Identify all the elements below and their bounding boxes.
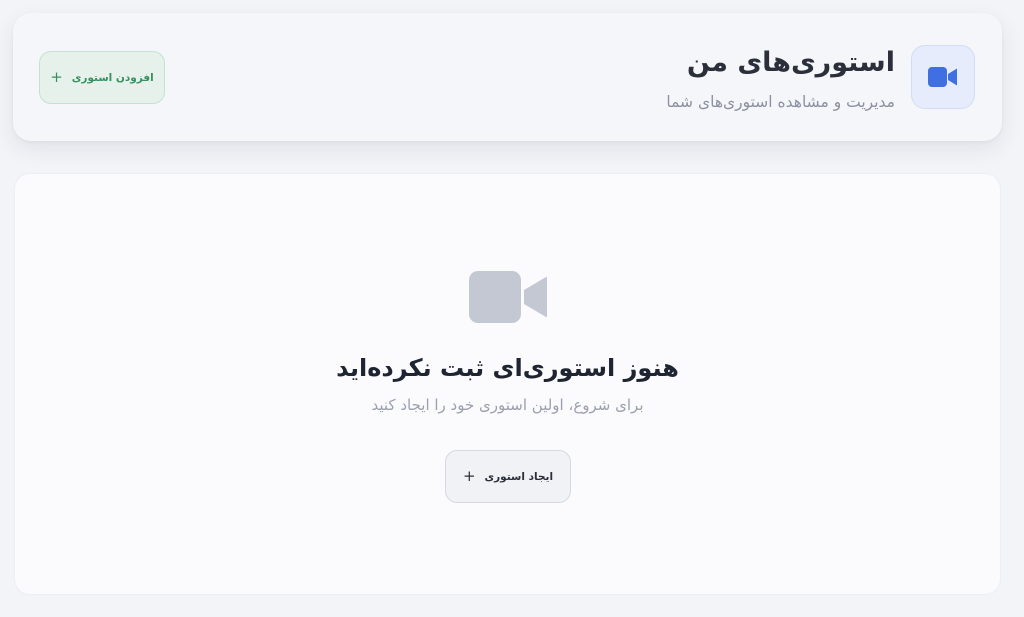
header-card: استوری‌های من مدیریت و مشاهده استوری‌های… [13,13,1002,141]
page-title: استوری‌های من [686,47,895,78]
create-story-button-label: ایجاد استوری [484,470,554,483]
page-subtitle: مدیریت و مشاهده استوری‌های شما [666,93,895,111]
video-camera-icon [928,67,957,87]
empty-state-card: هنوز استوری‌ای ثبت نکرده‌اید برای شروع، … [14,173,1001,595]
video-camera-icon [469,271,547,323]
plus-icon: + [50,68,63,86]
plus-icon: + [462,467,476,485]
empty-state-title: هنوز استوری‌ای ثبت نکرده‌اید [336,354,679,382]
create-story-button[interactable]: ایجاد استوری + [445,450,571,503]
page: استوری‌های من مدیریت و مشاهده استوری‌های… [0,0,1024,617]
add-story-button[interactable]: افزودن استوری + [39,51,165,104]
add-story-button-label: افزودن استوری [71,71,154,84]
empty-state-subtitle: برای شروع، اولین استوری خود را ایجاد کنی… [371,396,644,414]
header-icon-box [911,45,975,109]
